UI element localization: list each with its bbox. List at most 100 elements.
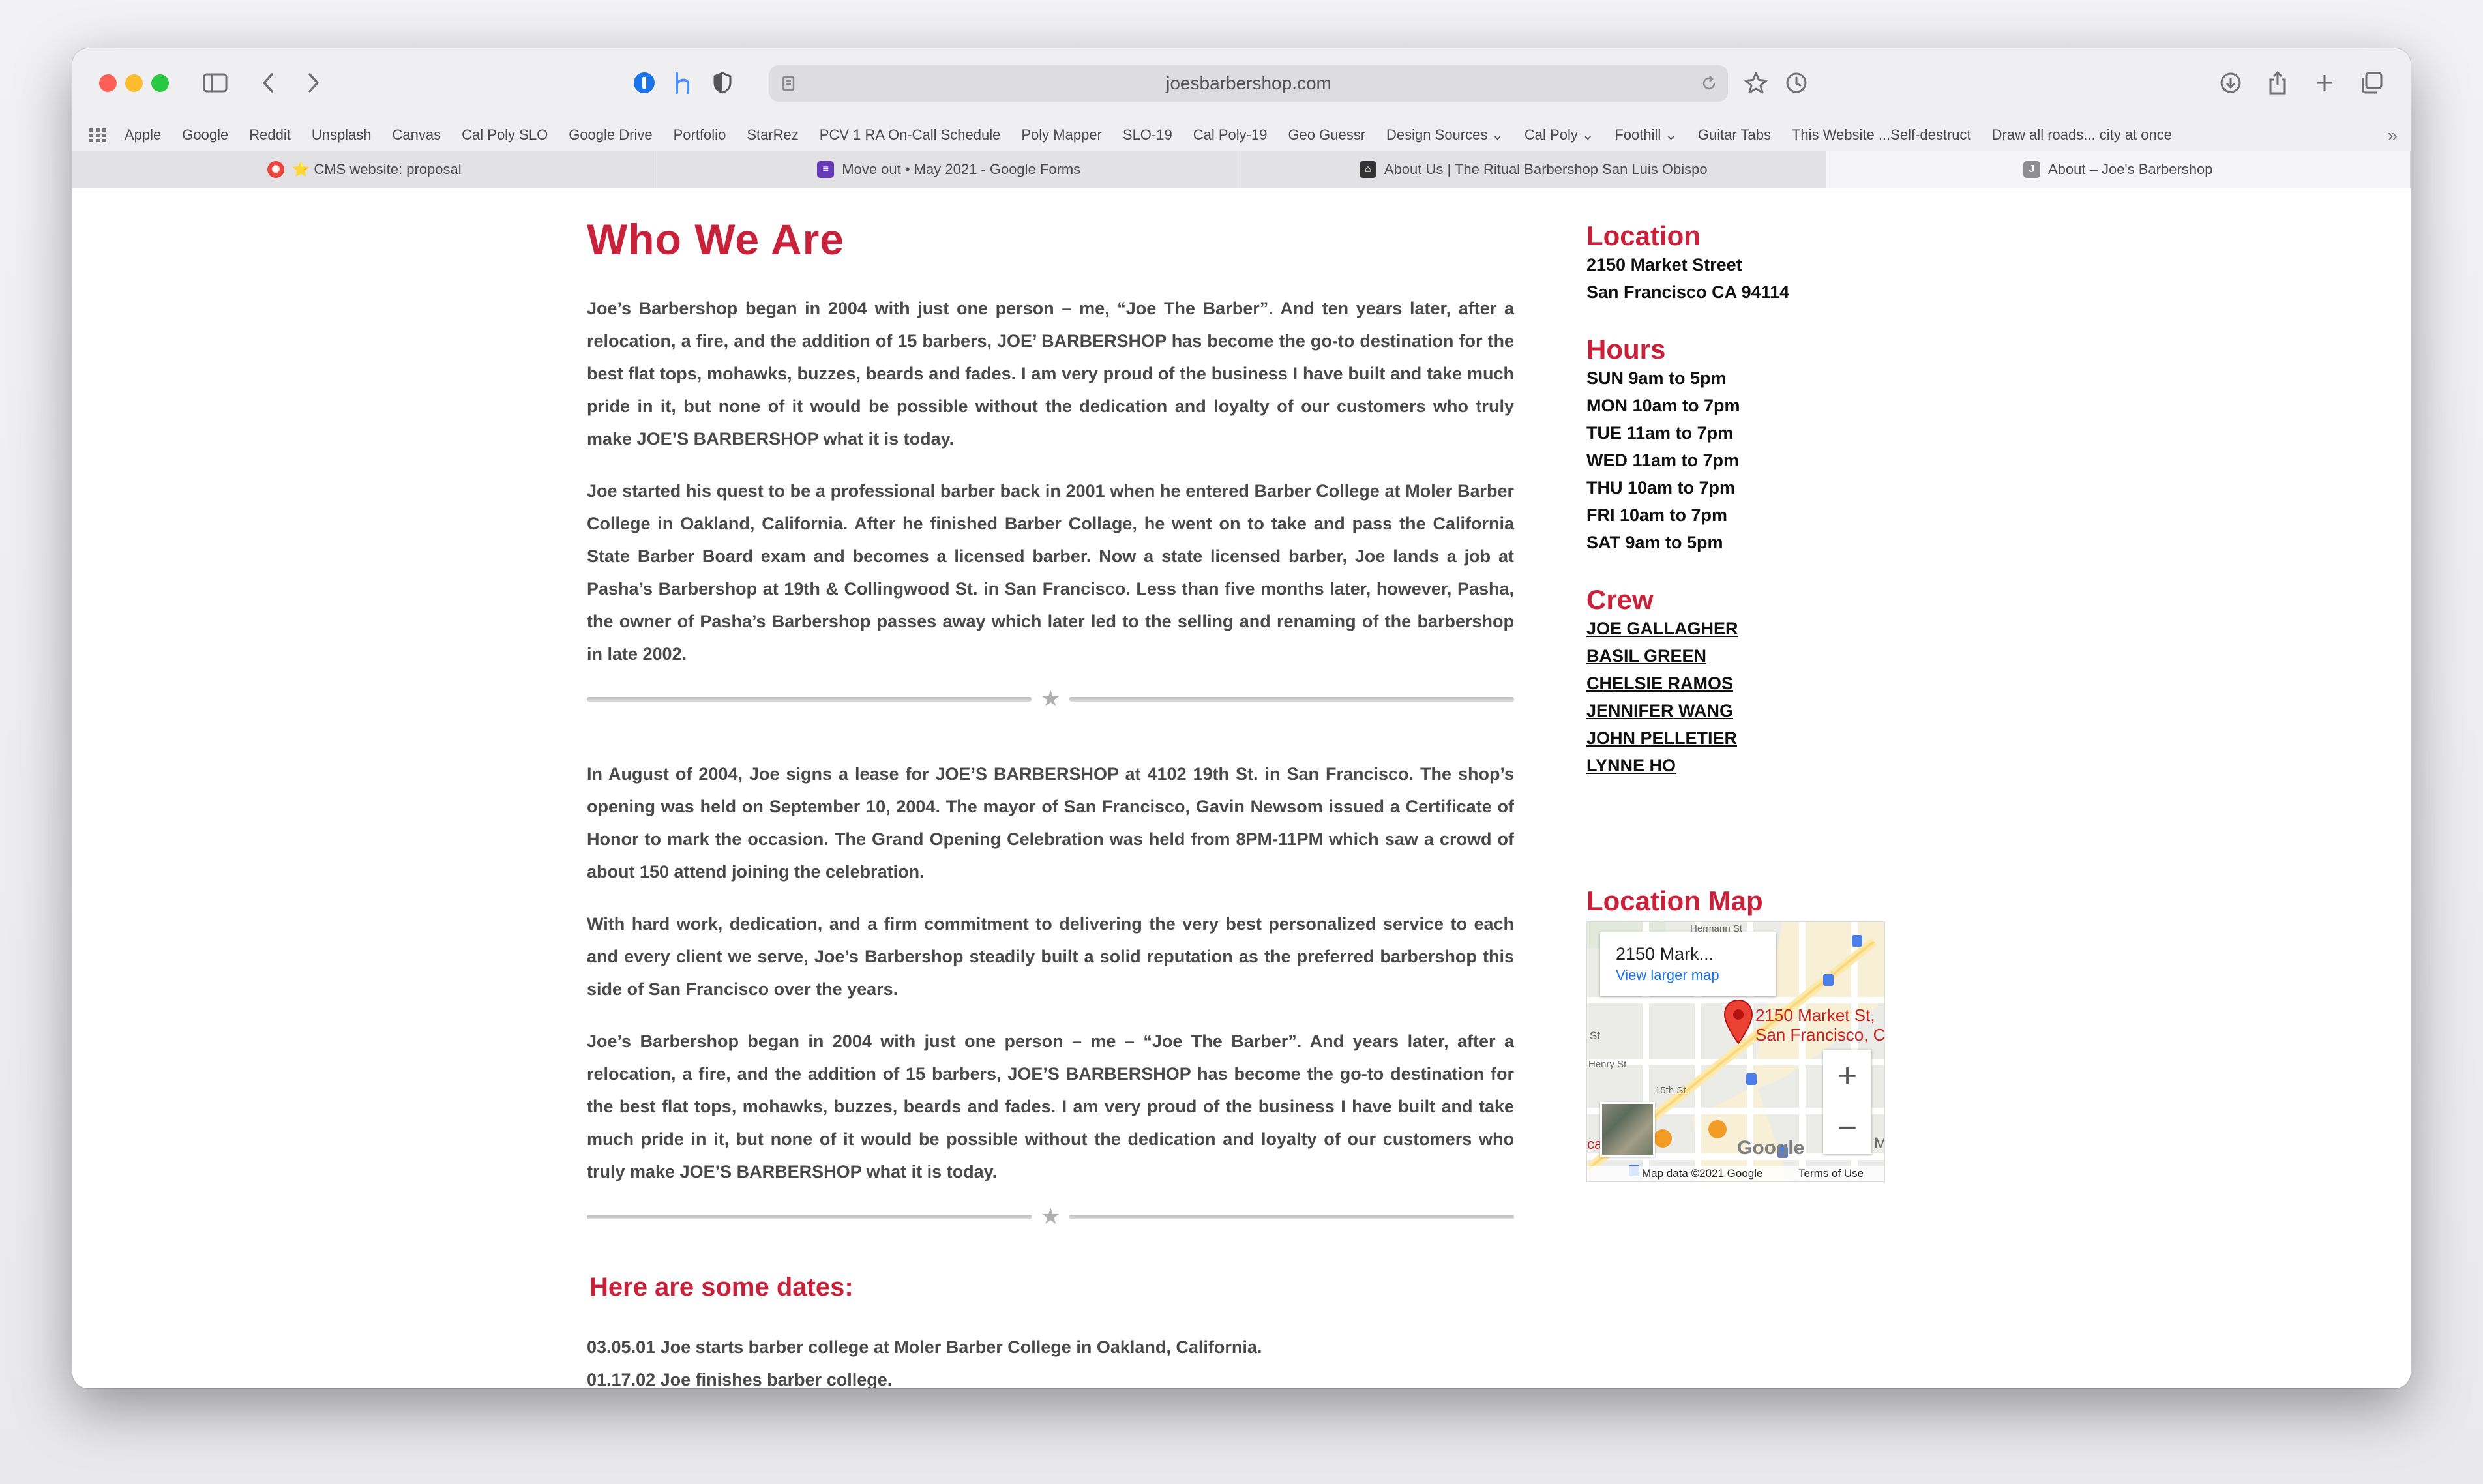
browser-toolbar: joesbarbershop.com	[72, 48, 2411, 119]
tab-move-out-form[interactable]: ≡ Move out • May 2021 - Google Forms	[657, 151, 1242, 188]
crew-list: JOE GALLAGHER BASIL GREEN CHELSIE RAMOS …	[1586, 615, 1899, 779]
bookmark-reddit[interactable]: Reddit	[249, 126, 291, 143]
body-paragraph: In August of 2004, Joe signs a lease for…	[587, 764, 1514, 882]
google-logo: Google	[1737, 1137, 1805, 1159]
bookmark-slo-19[interactable]: SLO-19	[1123, 126, 1172, 143]
crew-link-jennifer-wang[interactable]: JENNIFER WANG	[1586, 697, 1899, 724]
tab-joes-about[interactable]: J About – Joe's Barbershop	[1826, 151, 2411, 188]
bookmarks-overflow-icon[interactable]: »	[2387, 125, 2398, 146]
hours-item: SAT 9am to 5pm	[1586, 533, 1723, 552]
joes-favicon-icon: J	[2023, 161, 2040, 178]
bookmark-star-icon[interactable]	[1742, 64, 1770, 102]
main-content: Who We Are Joe’s Barbershop began in 200…	[587, 215, 1514, 1388]
section-divider: ★	[587, 686, 1514, 712]
body-paragraph: Joe started his quest to be a profession…	[587, 481, 1514, 664]
divider-star-icon: ★	[1041, 1204, 1061, 1229]
history-icon[interactable]	[1782, 64, 1811, 102]
bookmark-unsplash[interactable]: Unsplash	[312, 126, 372, 143]
location-map-heading: Location Map	[1586, 885, 1763, 916]
map-attribution: Map data ©2021 Google	[1642, 1167, 1763, 1180]
tab-cms-proposal[interactable]: ✺ ⭐ CMS website: proposal	[72, 151, 657, 188]
crew-link-john-pelletier[interactable]: JOHN PELLETIER	[1586, 724, 1899, 752]
back-icon[interactable]	[255, 64, 281, 102]
dates-list: 03.05.01 Joe starts barber college at Mo…	[587, 1331, 1514, 1388]
sidebar: Location 2150 Market Street San Francisc…	[1586, 220, 1899, 916]
bookmark-canvas[interactable]: Canvas	[393, 126, 441, 143]
zoom-out-button[interactable]: −	[1823, 1102, 1871, 1154]
honey-extension-icon[interactable]	[669, 64, 698, 102]
apps-grid-icon[interactable]	[89, 128, 109, 142]
hours-item: FRI 10am to 7pm	[1586, 505, 1728, 525]
body-paragraph: Joe’s Barbershop began in 2004 with just…	[587, 299, 1514, 449]
bookmark-cal-poly-slo[interactable]: Cal Poly SLO	[462, 126, 548, 143]
section-divider: ★	[587, 1204, 1514, 1230]
minimize-window-button[interactable]	[125, 74, 143, 92]
crew-link-joe-gallagher[interactable]: JOE GALLAGHER	[1586, 615, 1899, 642]
crew-link-chelsie-ramos[interactable]: CHELSIE RAMOS	[1586, 670, 1899, 697]
tab-overview-icon[interactable]	[2357, 64, 2386, 102]
bookmark-starrez[interactable]: StarRez	[747, 126, 798, 143]
street-label: 15th St	[1655, 1085, 1686, 1096]
map-footer: Map data ©2021 Google Terms of Use	[1587, 1166, 1884, 1181]
body-paragraph: With hard work, dedication, and a firm c…	[587, 914, 1514, 999]
new-tab-icon[interactable]	[2310, 64, 2339, 102]
date-item: 01.17.02 Joe finishes barber college.	[587, 1370, 893, 1388]
place-card: 2150 Mark... View larger map	[1600, 932, 1776, 996]
share-icon[interactable]	[2263, 64, 2292, 102]
address-bar[interactable]: joesbarbershop.com	[769, 65, 1728, 102]
map-edge-label: M	[1874, 1135, 1884, 1153]
zoom-controls: + −	[1823, 1050, 1871, 1154]
street-label: Henry St	[1588, 1059, 1627, 1070]
tab-label: About – Joe's Barbershop	[2048, 161, 2213, 177]
bookmark-apple[interactable]: Apple	[125, 126, 161, 143]
bookmark-geo-guessr[interactable]: Geo Guessr	[1288, 126, 1365, 143]
map-terms-link[interactable]: Terms of Use	[1798, 1167, 1864, 1180]
hours-item: SUN 9am to 5pm	[1586, 368, 1727, 388]
satellite-toggle-thumbnail[interactable]	[1600, 1102, 1655, 1157]
close-window-button[interactable]	[99, 74, 117, 92]
bookmarks-bar: Apple Google Reddit Unsplash Canvas Cal …	[72, 119, 2411, 151]
bookmark-folder-cal-poly[interactable]: Cal Poly ⌄	[1524, 126, 1594, 143]
street-label: St	[1590, 1030, 1601, 1042]
pin-label: 2150 Market St, San Francisco, C	[1755, 1005, 1885, 1045]
zoom-window-button[interactable]	[151, 74, 169, 92]
tab-ritual-barbershop[interactable]: ⌂ About Us | The Ritual Barbershop San L…	[1242, 151, 1826, 188]
ritual-barbershop-icon: ⌂	[1359, 161, 1376, 178]
view-larger-map-link[interactable]: View larger map	[1616, 967, 1776, 984]
crew-heading: Crew	[1586, 584, 1654, 615]
bookmark-self-destruct[interactable]: This Website ...Self-destruct	[1792, 126, 1971, 143]
tab-bar: ✺ ⭐ CMS website: proposal ≡ Move out • M…	[72, 151, 2411, 188]
crew-link-basil-green[interactable]: BASIL GREEN	[1586, 642, 1899, 670]
bookmark-folder-foothill[interactable]: Foothill ⌄	[1614, 126, 1676, 143]
bookmark-draw-all-roads[interactable]: Draw all roads... city at once	[1992, 126, 2172, 143]
hours-heading: Hours	[1586, 334, 1666, 364]
bookmark-cal-poly-19[interactable]: Cal Poly-19	[1193, 126, 1268, 143]
forward-icon[interactable]	[301, 64, 327, 102]
pin-label-line: San Francisco, C	[1755, 1025, 1885, 1045]
date-item: 03.05.01 Joe starts barber college at Mo…	[587, 1337, 1262, 1357]
bookmark-guitar-tabs[interactable]: Guitar Tabs	[1698, 126, 1771, 143]
address-line: 2150 Market Street	[1586, 255, 1742, 275]
bookmark-portfolio[interactable]: Portfolio	[674, 126, 726, 143]
bookmark-poly-mapper[interactable]: Poly Mapper	[1021, 126, 1102, 143]
zoom-in-button[interactable]: +	[1823, 1050, 1871, 1102]
tab-label: Move out • May 2021 - Google Forms	[842, 161, 1081, 177]
bookmark-google[interactable]: Google	[182, 126, 228, 143]
bookmark-pcv-schedule[interactable]: PCV 1 RA On-Call Schedule	[820, 126, 1001, 143]
location-map[interactable]: Hermann St 15th St Henry St St ca M 2150…	[1586, 921, 1885, 1182]
privacy-shield-icon[interactable]	[708, 64, 737, 102]
downloads-icon[interactable]	[2216, 64, 2245, 102]
hours-item: WED 11am to 7pm	[1586, 451, 1740, 470]
onepassword-extension-icon[interactable]	[630, 64, 659, 102]
bookmark-google-drive[interactable]: Google Drive	[569, 126, 652, 143]
reload-icon[interactable]	[1699, 65, 1719, 102]
page-title: Who We Are	[587, 215, 845, 263]
bookmark-folder-design-sources[interactable]: Design Sources ⌄	[1386, 126, 1504, 143]
url-text[interactable]: joesbarbershop.com	[769, 65, 1728, 102]
map-pin-icon[interactable]	[1723, 999, 1754, 1045]
asu-logo-icon: ✺	[267, 161, 284, 178]
crew-link-lynne-ho[interactable]: LYNNE HO	[1586, 752, 1899, 779]
google-forms-icon: ≡	[817, 161, 835, 178]
sidebar-toggle-icon[interactable]	[199, 64, 231, 102]
location-heading: Location	[1586, 220, 1701, 251]
